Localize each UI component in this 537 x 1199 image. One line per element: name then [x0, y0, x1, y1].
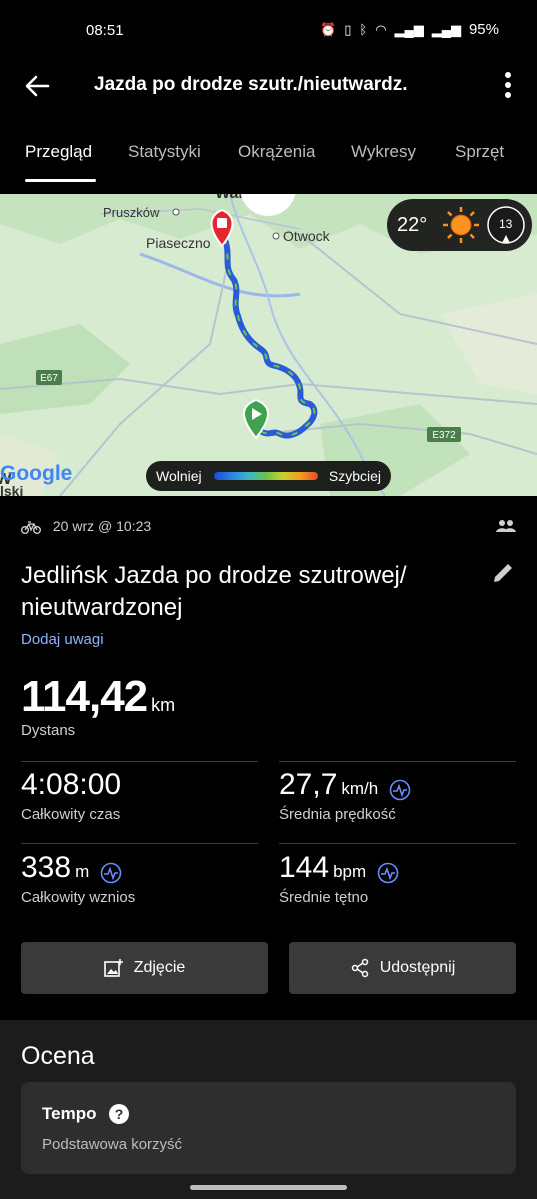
tempo-subtitle: Podstawowa korzyść	[42, 1136, 183, 1153]
stat-unit: bpm	[333, 862, 367, 881]
insight-icon[interactable]	[377, 862, 399, 884]
map-label-otwock: Otwock	[283, 228, 331, 244]
help-icon[interactable]: ?	[109, 1104, 129, 1124]
bluetooth-icon: ᛒ	[359, 22, 368, 37]
weather-temperature: 22°	[397, 214, 428, 236]
stat-value: 338	[21, 851, 72, 884]
add-photo-icon	[103, 959, 123, 977]
signal-icon: ▂▄▆	[431, 21, 461, 37]
stat-unit: m	[75, 862, 90, 881]
stat-avg-heart-rate: 144 bpm Średnie tętno	[279, 851, 399, 906]
stat-value: 27,7	[279, 768, 338, 801]
divider	[21, 761, 258, 762]
add-photo-button[interactable]: Zdjęcie	[21, 942, 268, 994]
tab-bar: Przegląd Statystyki Okrążenia Wykresy Sp…	[0, 132, 537, 184]
wind-speed: 13	[499, 217, 513, 231]
home-indicator[interactable]	[190, 1185, 347, 1190]
tab-laps[interactable]: Okrążenia	[238, 142, 315, 162]
stat-value: 4:08:00	[21, 768, 122, 801]
insight-icon[interactable]	[100, 862, 122, 884]
distance-value: 114,42 km	[21, 672, 175, 722]
google-logo-text: Google	[0, 462, 73, 485]
more-options-icon[interactable]	[498, 70, 518, 100]
back-arrow-icon[interactable]	[22, 72, 52, 100]
legend-fast: Szybciej	[328, 468, 381, 484]
page-title: Jazda po drodze szutr./nieutwardz.	[94, 74, 408, 95]
tempo-title: Tempo	[42, 1104, 97, 1123]
road-label-e67: E67	[40, 373, 58, 384]
stat-unit: km/h	[341, 779, 379, 798]
tab-stats[interactable]: Statystyki	[128, 142, 201, 162]
sun-icon	[443, 207, 479, 243]
stat-elevation: 338 m Całkowity wznios	[21, 851, 135, 906]
activity-date: 20 wrz @ 10:23	[52, 518, 152, 534]
google-attribution: Google	[0, 462, 72, 486]
stat-label: Średnia prędkość	[279, 806, 396, 823]
weather-badge[interactable]: 22° 13	[387, 199, 532, 251]
stat-avg-speed: 27,7 km/h Średnia prędkość	[279, 768, 411, 823]
people-icon[interactable]	[496, 518, 516, 536]
tab-overview[interactable]: Przegląd	[25, 142, 92, 162]
activity-meta: 20 wrz @ 10:23	[21, 518, 152, 535]
bike-icon	[21, 521, 41, 535]
wifi-icon: ◠	[375, 21, 387, 37]
battery-level: 95%	[468, 21, 499, 38]
distance-label: Dystans	[21, 722, 76, 739]
alarm-icon: ⏰	[320, 21, 337, 37]
share-button[interactable]: Udostępnij	[289, 942, 516, 994]
legend-slow: Wolniej	[156, 468, 202, 484]
app-bar: Jazda po drodze szutr./nieutwardz.	[0, 60, 537, 112]
vibrate-icon: ▯	[344, 21, 352, 37]
divider	[279, 843, 516, 844]
map-label-piaseczno: Piaseczno	[146, 235, 211, 251]
stat-value: 144	[279, 851, 330, 884]
share-icon	[351, 958, 368, 978]
stat-label: Całkowity czas	[21, 806, 121, 823]
stat-label: Całkowity wznios	[21, 889, 136, 906]
insight-icon[interactable]	[389, 779, 411, 801]
speed-legend: Wolniej Szybciej	[146, 461, 391, 491]
signal-icon: ▂▄▆	[394, 21, 424, 37]
share-label: Udostępnij	[379, 959, 456, 976]
add-notes-link[interactable]: Dodaj uwagi	[21, 631, 104, 648]
stat-total-time: 4:08:00 Całkowity czas	[21, 768, 121, 823]
edit-pencil-icon[interactable]	[490, 560, 516, 586]
tempo-card[interactable]: Tempo ? Podstawowa korzyść	[21, 1082, 516, 1174]
map-label-pruszkow: Pruszków	[103, 205, 160, 220]
speed-gradient	[214, 472, 318, 480]
status-time: 08:51	[86, 22, 124, 39]
distance-number: 114,42	[21, 672, 148, 721]
tab-active-indicator	[25, 179, 96, 182]
status-bar: 08:51 ⏰ ▯ ᛒ ◠ ▂▄▆ ▂▄▆ 95%	[0, 0, 537, 60]
tab-charts[interactable]: Wykresy	[351, 142, 416, 162]
add-photo-label: Zdjęcie	[133, 959, 186, 976]
stat-label: Średnie tętno	[279, 889, 369, 906]
status-icons: ⏰ ▯ ᛒ ◠ ▂▄▆ ▂▄▆ 95%	[320, 21, 499, 38]
rating-heading: Ocena	[21, 1042, 95, 1070]
activity-title: Jedlińsk Jazda po drodze szutrowej/ nieu…	[21, 562, 407, 621]
divider	[279, 761, 516, 762]
road-label-e372: E372	[432, 430, 456, 441]
tab-gear[interactable]: Sprzęt	[455, 142, 504, 162]
divider	[21, 843, 258, 844]
distance-unit: km	[151, 695, 176, 715]
